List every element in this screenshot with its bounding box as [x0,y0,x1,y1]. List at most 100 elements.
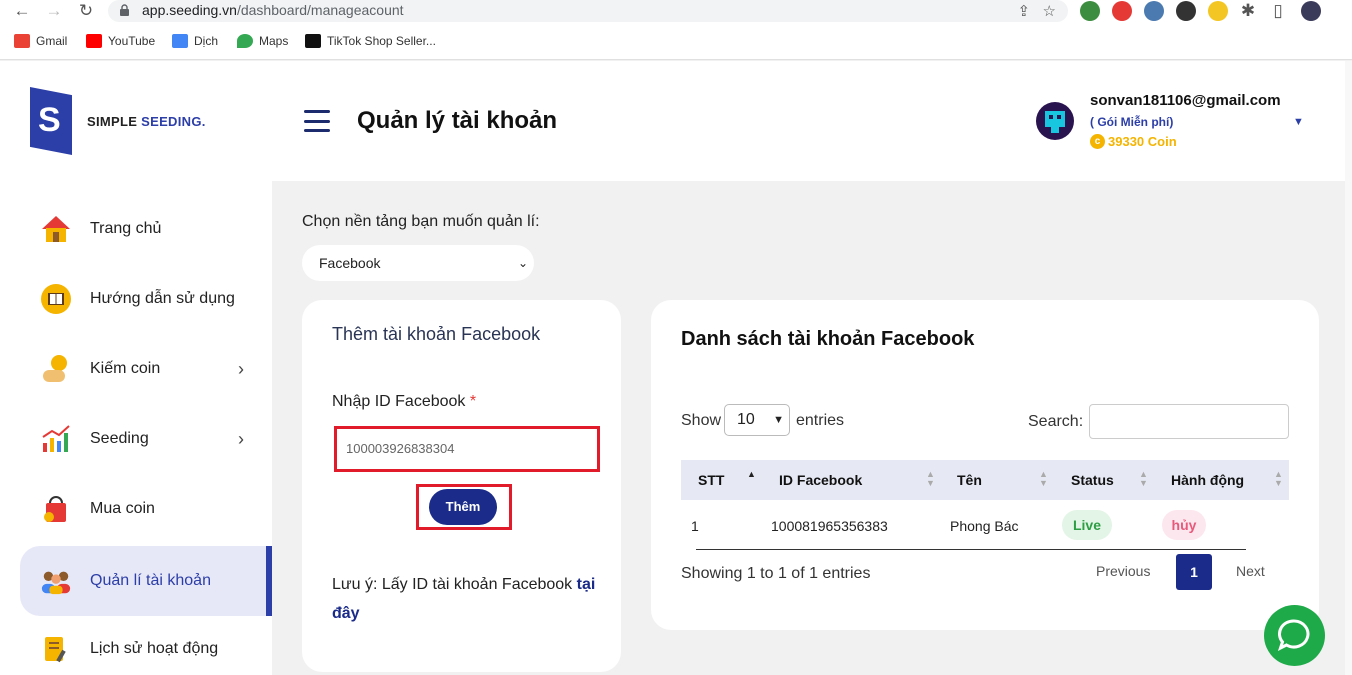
extension-face-icon[interactable] [1208,1,1228,21]
id-field-label: Nhập ID Facebook * [332,393,477,410]
sidebar: S SIMPLE SEEDING. Trang chủ Hướng dẫn sử… [0,61,272,675]
sort-asc-icon: ▲ [747,469,756,479]
sidebar-item-guide[interactable]: Hướng dẫn sử dụng [20,264,272,334]
note-text: Lưu ý: Lấy ID tài khoản Facebook tại đây [332,576,596,622]
bookmark-youtube[interactable]: YouTube [86,34,155,48]
previous-page-button[interactable]: Previous [1096,563,1150,579]
entries-select[interactable]: 10 ▼ [724,404,790,436]
chat-button[interactable] [1264,605,1325,666]
bookmark-translate[interactable]: Dịch [172,34,218,48]
table-info: Showing 1 to 1 of 1 entries [681,565,871,582]
show-label: Show [681,412,722,429]
extension-globe-icon[interactable] [1080,1,1100,21]
url-path: /dashboard/manageacount [236,2,404,18]
page-1-button[interactable]: 1 [1176,554,1212,590]
caret-down-icon[interactable]: ▼ [1293,116,1304,128]
sort-icon: ▲ ▼ [1274,469,1283,488]
extension-hat-icon[interactable] [1176,1,1196,21]
list-title: Danh sách tài khoản Facebook [681,328,975,350]
page-scrollbar[interactable] [1345,61,1352,675]
page-title: Quản lý tài khoản [357,107,558,134]
add-button-highlight: Thêm [416,484,512,530]
user-plan: ( Gói Miễn phí) [1090,115,1174,129]
status-badge: Live [1062,510,1112,540]
bookmark-gmail[interactable]: Gmail [14,34,67,48]
cell-name: Phong Bác [950,518,1019,534]
facebook-id-input[interactable]: 100003926838304 [334,426,600,472]
required-mark: * [469,393,477,410]
add-account-card: Thêm tài khoản Facebook Nhập ID Facebook… [302,300,621,672]
extension-tool-icon[interactable] [1144,1,1164,21]
sidepanel-icon[interactable]: ▯ [1268,1,1288,21]
search-input[interactable] [1089,404,1289,439]
search-label: Search: [1028,413,1084,430]
chevron-down-icon: ⌄ [517,256,528,270]
maps-icon [237,34,253,48]
tiktok-icon [305,34,321,48]
sidebar-item-home[interactable]: Trang chủ [20,194,272,264]
column-header-name[interactable]: Tên [957,472,982,488]
cell-stt: 1 [691,518,699,534]
forward-icon[interactable]: → [44,1,64,21]
lock-icon [120,4,129,16]
add-button[interactable]: Thêm [429,489,497,525]
chevron-right-icon: › [238,428,244,449]
url-host: app.seeding.vn [142,2,237,18]
platform-select[interactable]: Facebook ⌄ [302,245,534,281]
shopping-bag-icon [40,493,72,525]
user-coin-balance: c 39330 Coin [1090,134,1177,149]
next-page-button[interactable]: Next [1236,563,1265,579]
sidebar-item-seeding[interactable]: Seeding › [20,404,272,474]
column-header-stt[interactable]: STT [698,472,724,488]
platform-label: Chọn nền tảng bạn muốn quản lí: [302,213,540,230]
bookmarks-bar: Gmail YouTube Dịch Maps TikTok Shop Sell… [0,26,1352,60]
chevron-down-icon: ▼ [773,414,784,426]
row-divider [696,549,1246,550]
chevron-right-icon: › [238,358,244,379]
share-icon[interactable]: ⇪ [1017,3,1030,20]
menu-icon[interactable] [304,110,330,132]
profile-avatar-icon[interactable] [1301,1,1321,21]
add-card-title: Thêm tài khoản Facebook [332,324,541,344]
coin-icon: c [1090,134,1105,149]
column-header-id[interactable]: ID Facebook [779,472,862,488]
sidebar-item-earn-coin[interactable]: Kiếm coin › [20,334,272,404]
gmail-icon [14,34,30,48]
back-icon[interactable]: ← [12,1,32,21]
bookmark-maps[interactable]: Maps [237,34,288,48]
youtube-icon [86,34,102,48]
bookmark-tiktok[interactable]: TikTok Shop Seller... [305,34,436,48]
brand-name: SIMPLE SEEDING. [87,114,206,129]
user-email: sonvan181106@gmail.com [1090,92,1281,109]
sort-icon: ▲ ▼ [1039,469,1048,488]
page-header: Quản lý tài khoản sonvan181106@gmail.com… [272,61,1352,181]
platform-selected-value: Facebook [319,255,381,271]
scroll-icon [40,633,72,665]
account-list-card: Danh sách tài khoản Facebook Show 10 ▼ e… [651,300,1319,630]
column-header-status[interactable]: Status [1071,472,1114,488]
extension-pokeball-icon[interactable] [1112,1,1132,21]
translate-icon [172,34,188,48]
coin-hand-icon [40,353,72,385]
users-icon [40,565,72,597]
sort-icon: ▲ ▼ [1139,469,1148,488]
puzzle-icon[interactable]: ✱ [1238,1,1258,21]
address-bar[interactable]: app.seeding.vn/dashboard/manageacount ⇪ … [108,0,1068,22]
sort-icon: ▲ ▼ [926,469,935,488]
sidebar-item-manage-account[interactable]: Quản lí tài khoản [20,546,272,616]
logo-letter: S [38,101,61,139]
home-icon [40,213,72,245]
browser-toolbar: ← → ↻ app.seeding.vn/dashboard/manageaco… [0,0,1352,26]
table-row: 1 100081965356383 Phong Bác Live hủy [681,500,1289,550]
column-header-action[interactable]: Hành động [1171,472,1244,488]
table-header: STT ▲ ID Facebook ▲ ▼ Tên ▲ ▼ Status ▲ ▼ Hà… [681,460,1289,500]
cell-id: 100081965356383 [771,518,888,534]
chat-bubble-icon [1277,619,1310,651]
sidebar-item-history[interactable]: Lịch sử hoạt động [20,614,272,675]
cancel-action-button[interactable]: hủy [1162,510,1206,540]
star-icon[interactable]: ☆ [1043,3,1056,20]
entries-label: entries [796,412,845,429]
reload-icon[interactable]: ↻ [76,1,96,21]
avatar[interactable] [1036,102,1074,140]
sidebar-item-buy-coin[interactable]: Mua coin [20,474,272,544]
